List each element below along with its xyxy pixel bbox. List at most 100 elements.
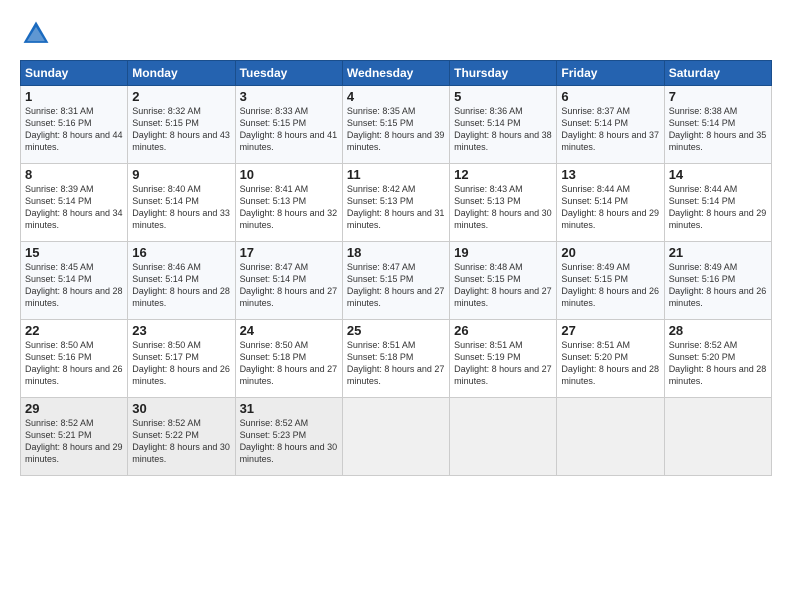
day-number: 28 bbox=[669, 323, 767, 338]
calendar-cell: 27 Sunrise: 8:51 AMSunset: 5:20 PMDaylig… bbox=[557, 320, 664, 398]
day-number: 27 bbox=[561, 323, 659, 338]
day-number: 6 bbox=[561, 89, 659, 104]
day-number: 5 bbox=[454, 89, 552, 104]
day-number: 26 bbox=[454, 323, 552, 338]
header bbox=[20, 18, 772, 50]
cell-info: Sunrise: 8:42 AMSunset: 5:13 PMDaylight:… bbox=[347, 184, 445, 230]
day-number: 7 bbox=[669, 89, 767, 104]
calendar-cell: 1 Sunrise: 8:31 AMSunset: 5:16 PMDayligh… bbox=[21, 86, 128, 164]
calendar-cell: 7 Sunrise: 8:38 AMSunset: 5:14 PMDayligh… bbox=[664, 86, 771, 164]
calendar-week: 8 Sunrise: 8:39 AMSunset: 5:14 PMDayligh… bbox=[21, 164, 772, 242]
day-header: Wednesday bbox=[342, 61, 449, 86]
cell-info: Sunrise: 8:31 AMSunset: 5:16 PMDaylight:… bbox=[25, 106, 123, 152]
cell-info: Sunrise: 8:47 AMSunset: 5:14 PMDaylight:… bbox=[240, 262, 338, 308]
calendar-cell: 13 Sunrise: 8:44 AMSunset: 5:14 PMDaylig… bbox=[557, 164, 664, 242]
cell-info: Sunrise: 8:36 AMSunset: 5:14 PMDaylight:… bbox=[454, 106, 552, 152]
cell-info: Sunrise: 8:52 AMSunset: 5:21 PMDaylight:… bbox=[25, 418, 123, 464]
calendar-cell: 26 Sunrise: 8:51 AMSunset: 5:19 PMDaylig… bbox=[450, 320, 557, 398]
cell-info: Sunrise: 8:37 AMSunset: 5:14 PMDaylight:… bbox=[561, 106, 659, 152]
cell-info: Sunrise: 8:48 AMSunset: 5:15 PMDaylight:… bbox=[454, 262, 552, 308]
day-number: 20 bbox=[561, 245, 659, 260]
cell-info: Sunrise: 8:50 AMSunset: 5:17 PMDaylight:… bbox=[132, 340, 230, 386]
cell-info: Sunrise: 8:41 AMSunset: 5:13 PMDaylight:… bbox=[240, 184, 338, 230]
day-number: 17 bbox=[240, 245, 338, 260]
day-number: 21 bbox=[669, 245, 767, 260]
logo-icon bbox=[20, 18, 52, 50]
cell-info: Sunrise: 8:32 AMSunset: 5:15 PMDaylight:… bbox=[132, 106, 230, 152]
day-number: 15 bbox=[25, 245, 123, 260]
cell-info: Sunrise: 8:51 AMSunset: 5:20 PMDaylight:… bbox=[561, 340, 659, 386]
calendar-week: 22 Sunrise: 8:50 AMSunset: 5:16 PMDaylig… bbox=[21, 320, 772, 398]
calendar-cell: 5 Sunrise: 8:36 AMSunset: 5:14 PMDayligh… bbox=[450, 86, 557, 164]
calendar-cell bbox=[342, 398, 449, 476]
calendar-cell: 28 Sunrise: 8:52 AMSunset: 5:20 PMDaylig… bbox=[664, 320, 771, 398]
day-number: 31 bbox=[240, 401, 338, 416]
calendar-cell: 22 Sunrise: 8:50 AMSunset: 5:16 PMDaylig… bbox=[21, 320, 128, 398]
day-number: 8 bbox=[25, 167, 123, 182]
day-header: Friday bbox=[557, 61, 664, 86]
calendar-cell bbox=[557, 398, 664, 476]
cell-info: Sunrise: 8:49 AMSunset: 5:16 PMDaylight:… bbox=[669, 262, 767, 308]
day-number: 23 bbox=[132, 323, 230, 338]
calendar-cell: 19 Sunrise: 8:48 AMSunset: 5:15 PMDaylig… bbox=[450, 242, 557, 320]
calendar-body: 1 Sunrise: 8:31 AMSunset: 5:16 PMDayligh… bbox=[21, 86, 772, 476]
calendar-cell: 10 Sunrise: 8:41 AMSunset: 5:13 PMDaylig… bbox=[235, 164, 342, 242]
calendar-header: SundayMondayTuesdayWednesdayThursdayFrid… bbox=[21, 61, 772, 86]
cell-info: Sunrise: 8:44 AMSunset: 5:14 PMDaylight:… bbox=[669, 184, 767, 230]
day-number: 29 bbox=[25, 401, 123, 416]
calendar-cell: 14 Sunrise: 8:44 AMSunset: 5:14 PMDaylig… bbox=[664, 164, 771, 242]
cell-info: Sunrise: 8:50 AMSunset: 5:16 PMDaylight:… bbox=[25, 340, 123, 386]
calendar-cell: 23 Sunrise: 8:50 AMSunset: 5:17 PMDaylig… bbox=[128, 320, 235, 398]
cell-info: Sunrise: 8:35 AMSunset: 5:15 PMDaylight:… bbox=[347, 106, 445, 152]
calendar-cell: 12 Sunrise: 8:43 AMSunset: 5:13 PMDaylig… bbox=[450, 164, 557, 242]
day-number: 14 bbox=[669, 167, 767, 182]
day-header: Tuesday bbox=[235, 61, 342, 86]
calendar-week: 15 Sunrise: 8:45 AMSunset: 5:14 PMDaylig… bbox=[21, 242, 772, 320]
page: SundayMondayTuesdayWednesdayThursdayFrid… bbox=[0, 0, 792, 486]
calendar-cell: 21 Sunrise: 8:49 AMSunset: 5:16 PMDaylig… bbox=[664, 242, 771, 320]
day-number: 2 bbox=[132, 89, 230, 104]
day-header: Monday bbox=[128, 61, 235, 86]
calendar-cell: 11 Sunrise: 8:42 AMSunset: 5:13 PMDaylig… bbox=[342, 164, 449, 242]
day-number: 1 bbox=[25, 89, 123, 104]
cell-info: Sunrise: 8:44 AMSunset: 5:14 PMDaylight:… bbox=[561, 184, 659, 230]
calendar-cell: 9 Sunrise: 8:40 AMSunset: 5:14 PMDayligh… bbox=[128, 164, 235, 242]
day-number: 9 bbox=[132, 167, 230, 182]
cell-info: Sunrise: 8:38 AMSunset: 5:14 PMDaylight:… bbox=[669, 106, 767, 152]
cell-info: Sunrise: 8:51 AMSunset: 5:18 PMDaylight:… bbox=[347, 340, 445, 386]
calendar-cell: 17 Sunrise: 8:47 AMSunset: 5:14 PMDaylig… bbox=[235, 242, 342, 320]
calendar-cell: 20 Sunrise: 8:49 AMSunset: 5:15 PMDaylig… bbox=[557, 242, 664, 320]
cell-info: Sunrise: 8:52 AMSunset: 5:23 PMDaylight:… bbox=[240, 418, 338, 464]
day-number: 13 bbox=[561, 167, 659, 182]
calendar-table: SundayMondayTuesdayWednesdayThursdayFrid… bbox=[20, 60, 772, 476]
day-number: 4 bbox=[347, 89, 445, 104]
calendar-cell: 4 Sunrise: 8:35 AMSunset: 5:15 PMDayligh… bbox=[342, 86, 449, 164]
cell-info: Sunrise: 8:43 AMSunset: 5:13 PMDaylight:… bbox=[454, 184, 552, 230]
cell-info: Sunrise: 8:45 AMSunset: 5:14 PMDaylight:… bbox=[25, 262, 123, 308]
cell-info: Sunrise: 8:47 AMSunset: 5:15 PMDaylight:… bbox=[347, 262, 445, 308]
day-number: 30 bbox=[132, 401, 230, 416]
day-number: 10 bbox=[240, 167, 338, 182]
day-number: 11 bbox=[347, 167, 445, 182]
day-number: 18 bbox=[347, 245, 445, 260]
calendar-week: 1 Sunrise: 8:31 AMSunset: 5:16 PMDayligh… bbox=[21, 86, 772, 164]
cell-info: Sunrise: 8:51 AMSunset: 5:19 PMDaylight:… bbox=[454, 340, 552, 386]
calendar-cell: 18 Sunrise: 8:47 AMSunset: 5:15 PMDaylig… bbox=[342, 242, 449, 320]
calendar-cell: 16 Sunrise: 8:46 AMSunset: 5:14 PMDaylig… bbox=[128, 242, 235, 320]
day-header: Sunday bbox=[21, 61, 128, 86]
calendar-cell bbox=[450, 398, 557, 476]
calendar-cell: 2 Sunrise: 8:32 AMSunset: 5:15 PMDayligh… bbox=[128, 86, 235, 164]
calendar-cell bbox=[664, 398, 771, 476]
calendar-cell: 24 Sunrise: 8:50 AMSunset: 5:18 PMDaylig… bbox=[235, 320, 342, 398]
cell-info: Sunrise: 8:46 AMSunset: 5:14 PMDaylight:… bbox=[132, 262, 230, 308]
day-number: 12 bbox=[454, 167, 552, 182]
calendar-cell: 31 Sunrise: 8:52 AMSunset: 5:23 PMDaylig… bbox=[235, 398, 342, 476]
cell-info: Sunrise: 8:52 AMSunset: 5:20 PMDaylight:… bbox=[669, 340, 767, 386]
day-header: Thursday bbox=[450, 61, 557, 86]
day-number: 24 bbox=[240, 323, 338, 338]
cell-info: Sunrise: 8:50 AMSunset: 5:18 PMDaylight:… bbox=[240, 340, 338, 386]
day-number: 3 bbox=[240, 89, 338, 104]
header-row: SundayMondayTuesdayWednesdayThursdayFrid… bbox=[21, 61, 772, 86]
calendar-cell: 30 Sunrise: 8:52 AMSunset: 5:22 PMDaylig… bbox=[128, 398, 235, 476]
calendar-cell: 15 Sunrise: 8:45 AMSunset: 5:14 PMDaylig… bbox=[21, 242, 128, 320]
